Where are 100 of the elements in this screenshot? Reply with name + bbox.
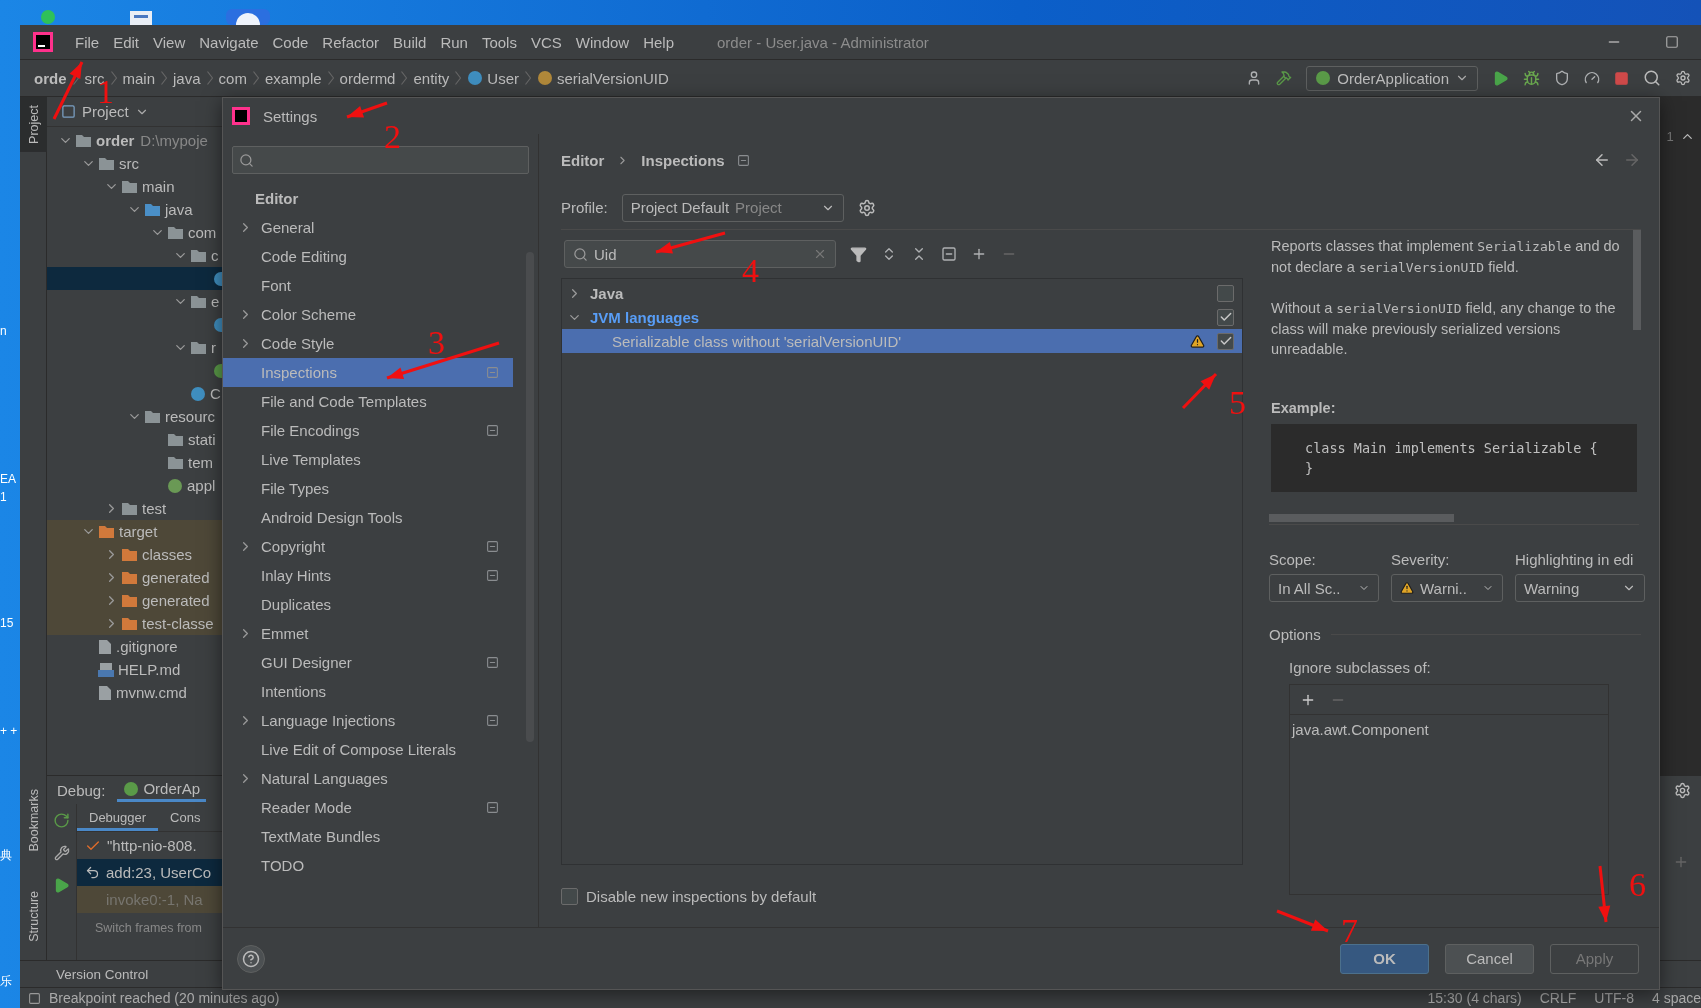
settings-nav-item[interactable]: Inlay Hints	[235, 561, 499, 590]
tree-row[interactable]: generated	[47, 566, 222, 589]
tree-row[interactable]: order D:\mypoje	[47, 129, 222, 152]
settings-nav-item[interactable]: Reader Mode	[235, 793, 499, 822]
resume-icon[interactable]	[53, 877, 70, 894]
tree-row[interactable]: java	[47, 198, 222, 221]
checkbox[interactable]	[1217, 308, 1234, 326]
run-icon[interactable]	[1492, 69, 1509, 87]
tree-row[interactable]: resourc	[47, 405, 222, 428]
plus-icon[interactable]	[971, 246, 987, 262]
frame-row[interactable]: add:23, UserCo	[77, 859, 225, 886]
coverage-icon[interactable]	[1554, 70, 1570, 86]
settings-nav-item[interactable]: GUI Designer	[235, 648, 499, 677]
settings-icon[interactable]	[857, 198, 876, 217]
rerun-icon[interactable]	[53, 812, 70, 829]
tree-row[interactable]: r	[47, 336, 222, 359]
tool-window-tab[interactable]: Version Control	[56, 966, 149, 982]
panel-title[interactable]: Project	[82, 103, 129, 120]
checkbox[interactable]	[1217, 284, 1234, 302]
tool-window-tab[interactable]: Structure	[20, 883, 47, 950]
breadcrumb-item[interactable]: ordermd	[339, 69, 396, 87]
debug-icon[interactable]	[1523, 69, 1540, 87]
breadcrumb-item[interactable]: main	[122, 69, 156, 87]
status-item[interactable]: 4 space	[1651, 990, 1701, 1006]
settings-nav-item[interactable]: Duplicates	[235, 590, 340, 619]
settings-nav-item[interactable]: TextMate Bundles	[235, 822, 389, 851]
menu-item[interactable]: View	[146, 33, 193, 51]
settings-nav-item[interactable]: File Encodings	[235, 416, 499, 445]
stop-icon[interactable]	[1614, 70, 1629, 86]
breadcrumb-item[interactable]: serialVersionUID	[537, 69, 669, 87]
status-item[interactable]: 15:30 (4 chars)	[1427, 990, 1522, 1006]
settings-nav-item[interactable]: General	[235, 213, 323, 242]
wrench-icon[interactable]	[53, 845, 70, 861]
settings-nav-item[interactable]: File Types	[235, 474, 338, 503]
settings-nav-item[interactable]: Code Editing	[235, 242, 355, 271]
debug-tab[interactable]: Debugger	[77, 804, 159, 831]
settings-nav-item[interactable]: Code Style	[235, 329, 343, 358]
checkbox[interactable]	[561, 887, 578, 905]
inspection-row[interactable]: JVM languages	[562, 305, 1242, 329]
tree-row[interactable]: test-classe	[47, 612, 222, 635]
dialog-button[interactable]: OK	[1340, 943, 1429, 974]
breadcrumb-item[interactable]: example	[264, 69, 322, 87]
debug-session-tab[interactable]: OrderAp	[117, 778, 207, 802]
breadcrumb-item[interactable]: com	[218, 69, 247, 87]
breadcrumb-item[interactable]: java	[173, 69, 201, 87]
settings-nav-item[interactable]: Android Design Tools	[235, 503, 411, 532]
frame-row[interactable]: "http-nio-808.	[77, 832, 225, 859]
tree-row[interactable]: generated	[47, 589, 222, 612]
settings-nav-item[interactable]: Live Templates	[235, 445, 369, 474]
settings-nav-item[interactable]: TODO	[235, 851, 313, 880]
maximize-icon[interactable]	[1665, 35, 1679, 49]
tree-row[interactable]: src	[47, 152, 222, 175]
checkbox[interactable]	[1217, 332, 1234, 350]
tree-row[interactable]: stati	[47, 428, 222, 451]
tree-row[interactable]: test	[47, 497, 222, 520]
menu-item[interactable]: File	[68, 33, 107, 51]
tree-row[interactable]: HELP.md	[47, 658, 222, 681]
tree-row[interactable]: target	[47, 520, 222, 543]
tree-row[interactable]: mvnw.cmd	[47, 681, 222, 704]
menu-item[interactable]: Build	[386, 33, 434, 51]
breadcrumb-item[interactable]: Editor	[561, 151, 605, 169]
breadcrumb-item[interactable]: orde	[34, 69, 67, 87]
tree-row[interactable]: .gitignore	[47, 635, 222, 658]
profile-icon[interactable]	[1584, 70, 1600, 86]
settings-icon[interactable]	[1674, 781, 1691, 799]
tree-row[interactable]: com	[47, 221, 222, 244]
breadcrumb-item[interactable]: entity	[413, 69, 450, 87]
tree-row[interactable]: tem	[47, 451, 222, 474]
menu-item[interactable]: Refactor	[315, 33, 387, 51]
settings-nav-item[interactable]: Color Scheme	[235, 300, 365, 329]
clear-icon[interactable]	[813, 247, 827, 261]
menu-item[interactable]: Edit	[106, 33, 147, 51]
status-item[interactable]: CRLF	[1539, 990, 1577, 1006]
settings-nav-item[interactable]: Emmet	[235, 619, 317, 648]
menu-item[interactable]: Tools	[474, 33, 524, 51]
search-icon[interactable]	[1643, 69, 1661, 87]
tool-window-tab[interactable]: Bookmarks	[20, 780, 47, 860]
filter-icon[interactable]	[850, 245, 867, 263]
settings-nav-item[interactable]: Copyright	[235, 532, 499, 561]
list-item[interactable]: java.awt.Component	[1290, 715, 1608, 744]
reset-icon[interactable]	[941, 246, 957, 262]
tool-window-tab[interactable]: Project	[20, 97, 47, 152]
status-item[interactable]: UTF-8	[1594, 990, 1634, 1006]
help-button[interactable]	[237, 944, 265, 973]
settings-nav-item[interactable]: Live Edit of Compose Literals	[235, 735, 465, 764]
menu-item[interactable]: Help	[636, 33, 682, 51]
search-field[interactable]	[232, 146, 529, 174]
settings-nav-item[interactable]: File and Code Templates	[235, 387, 435, 416]
severity-dropdown[interactable]: Warni..	[1391, 574, 1503, 602]
scrollbar[interactable]	[1633, 230, 1641, 330]
tree-row[interactable]: C	[47, 382, 222, 405]
settings-nav-item[interactable]: Language Injections	[235, 706, 499, 735]
scope-dropdown[interactable]: In All Sc..	[1269, 574, 1379, 602]
settings-icon[interactable]	[1675, 70, 1691, 86]
debug-tab[interactable]: Cons	[158, 804, 213, 831]
checkbox-label[interactable]: Disable new inspections by default	[586, 887, 817, 905]
tree-row[interactable]: main	[47, 175, 222, 198]
dialog-button[interactable]: Cancel	[1445, 943, 1534, 974]
menu-item[interactable]: VCS	[523, 33, 569, 51]
tree-row[interactable]: e	[47, 290, 222, 313]
